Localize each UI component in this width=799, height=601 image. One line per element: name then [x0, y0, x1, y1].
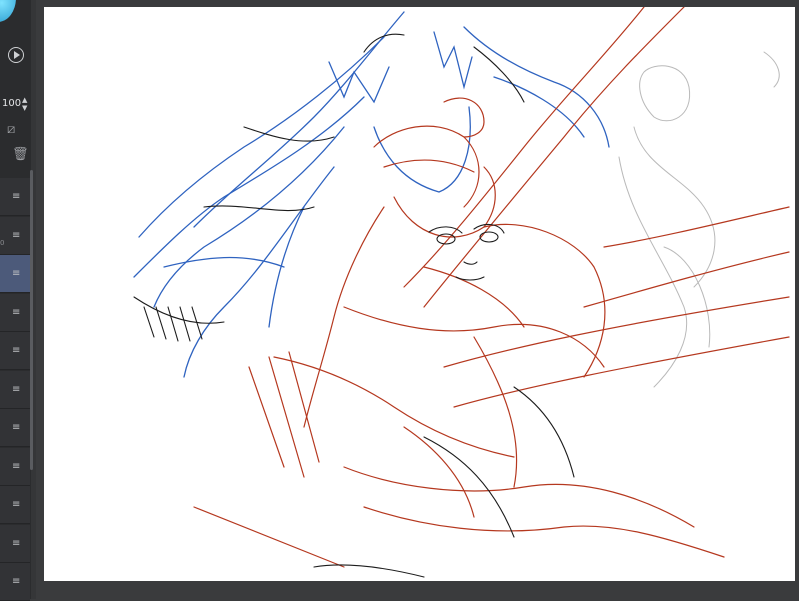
layer-row[interactable]: ≡	[0, 409, 30, 447]
drag-handle-icon[interactable]: ≡	[12, 230, 20, 241]
opacity-stepper[interactable]: 100 ▲ ▼	[2, 96, 32, 112]
opacity-value: 100	[2, 98, 22, 109]
layer-row[interactable]: ≡	[0, 486, 30, 524]
drag-handle-icon[interactable]: ≡	[12, 307, 20, 318]
trash-icon[interactable]: 🗑	[12, 148, 29, 162]
drag-handle-icon[interactable]: ≡	[12, 384, 20, 395]
layer-row[interactable]: ≡	[0, 370, 30, 409]
layer-row[interactable]: ≡ 0	[0, 216, 30, 255]
sketch-artwork	[133, 7, 790, 578]
up-down-chevron-icon[interactable]: ▲ ▼	[22, 96, 30, 112]
layer-row[interactable]: ≡	[0, 332, 30, 370]
drag-handle-icon[interactable]: ≡	[12, 423, 20, 433]
drag-handle-icon[interactable]: ≡	[12, 538, 20, 549]
play-circle-icon[interactable]	[8, 47, 24, 63]
layer-row[interactable]: ≡	[0, 178, 30, 216]
layer-row[interactable]: ≡	[0, 255, 30, 293]
drag-handle-icon[interactable]: ≡	[12, 461, 20, 472]
drag-handle-icon[interactable]: ≡	[12, 500, 20, 510]
drawing-canvas[interactable]	[44, 7, 795, 581]
layers-sidebar: 100 ▲ ▼ ⧄ 🗑 ≡ ≡ 0 ≡ ≡ ≡ ≡ ≡ ≡ ≡ ≡ ≡	[0, 0, 36, 601]
drag-handle-icon[interactable]: ≡	[12, 269, 20, 279]
canvas-bottom-bar	[36, 581, 799, 599]
drag-handle-icon[interactable]: ≡	[12, 577, 20, 587]
layer-scrollbar[interactable]	[30, 170, 33, 470]
layer-row[interactable]: ≡	[0, 293, 30, 332]
layer-thumb-label: 0	[0, 238, 5, 247]
layer-row[interactable]: ≡	[0, 563, 30, 601]
drag-handle-icon[interactable]: ≡	[12, 192, 20, 202]
layer-row[interactable]: ≡	[0, 524, 30, 563]
color-wheel-icon[interactable]	[0, 0, 16, 22]
layer-mask-icon[interactable]: ⧄	[7, 123, 15, 137]
drag-handle-icon[interactable]: ≡	[12, 346, 20, 356]
layer-row[interactable]: ≡	[0, 447, 30, 486]
